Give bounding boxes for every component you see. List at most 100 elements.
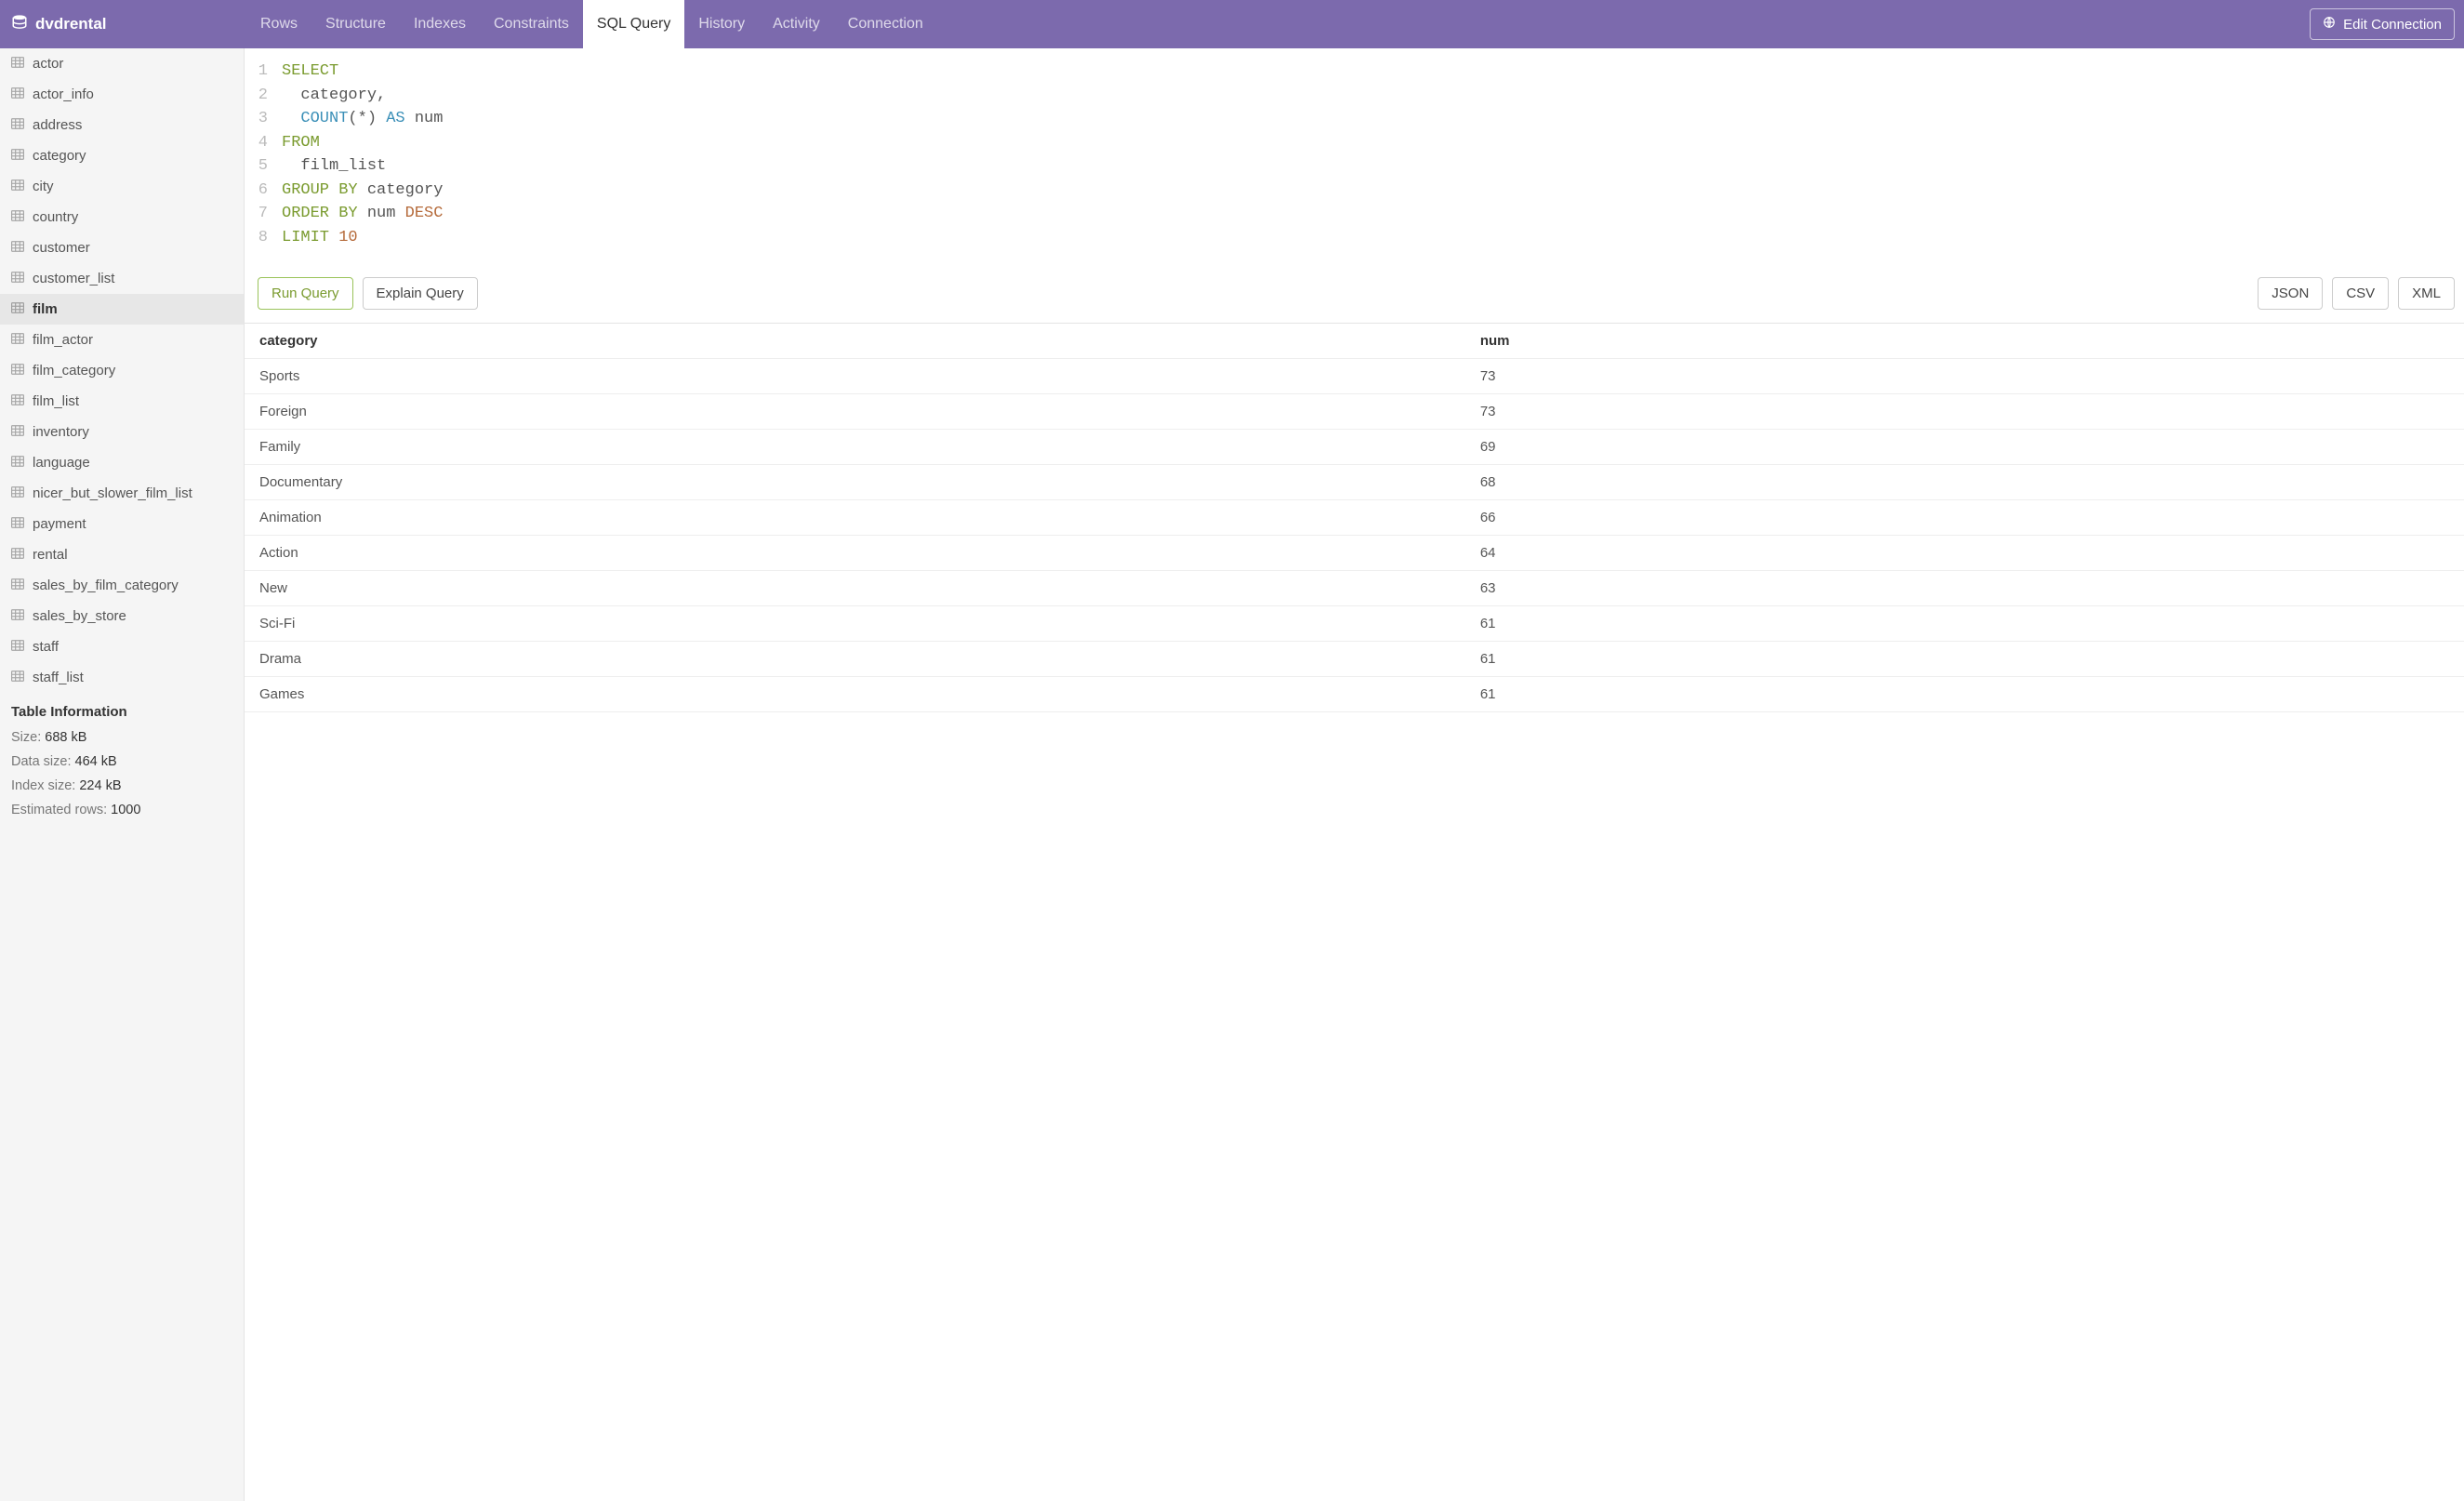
table-row[interactable]: Family69 — [245, 430, 2464, 465]
sidebar-item-label: actor_info — [33, 86, 94, 102]
sidebar-item-nicer_but_slower_film_list[interactable]: nicer_but_slower_film_list — [0, 478, 244, 509]
tab-activity[interactable]: Activity — [759, 0, 834, 48]
tab-history[interactable]: History — [684, 0, 759, 48]
table-row[interactable]: Drama61 — [245, 642, 2464, 677]
table-row[interactable]: Animation66 — [245, 500, 2464, 536]
table-icon — [11, 363, 24, 379]
sidebar-item-actor_info[interactable]: actor_info — [0, 79, 244, 110]
sidebar-item-label: nicer_but_slower_film_list — [33, 485, 192, 501]
column-header-num[interactable]: num — [1465, 324, 2464, 359]
table-row[interactable]: Action64 — [245, 536, 2464, 571]
cell-num: 73 — [1465, 394, 2464, 430]
table-icon — [11, 179, 24, 194]
tab-structure[interactable]: Structure — [311, 0, 400, 48]
main-tabs: RowsStructureIndexesConstraintsSQL Query… — [246, 0, 937, 48]
sidebar-item-label: payment — [33, 516, 86, 532]
table-row[interactable]: Documentary68 — [245, 465, 2464, 500]
globe-icon — [2323, 16, 2336, 33]
tab-sql-query[interactable]: SQL Query — [583, 0, 684, 48]
cell-num: 69 — [1465, 430, 2464, 465]
brand[interactable]: dvdrental — [11, 14, 246, 35]
cell-category: Drama — [245, 642, 1465, 677]
sidebar-item-film_list[interactable]: film_list — [0, 386, 244, 417]
cell-num: 66 — [1465, 500, 2464, 536]
cell-category: Animation — [245, 500, 1465, 536]
code-line[interactable]: film_list — [282, 154, 386, 179]
sidebar-item-film_actor[interactable]: film_actor — [0, 325, 244, 355]
sidebar-item-staff_list[interactable]: staff_list — [0, 662, 244, 693]
code-line[interactable]: category, — [282, 84, 386, 108]
table-icon — [11, 578, 24, 593]
sidebar-item-label: staff — [33, 639, 59, 655]
editor-line[interactable]: 3 COUNT(*) AS num — [245, 107, 2464, 131]
export-json-button[interactable]: JSON — [2258, 277, 2323, 310]
tab-connection[interactable]: Connection — [834, 0, 937, 48]
sidebar-item-label: inventory — [33, 424, 89, 440]
cell-num: 61 — [1465, 606, 2464, 642]
sidebar-item-rental[interactable]: rental — [0, 539, 244, 570]
table-info-row: Data size: 464 kB — [0, 750, 244, 774]
sidebar-item-address[interactable]: address — [0, 110, 244, 140]
line-number: 4 — [245, 131, 282, 155]
editor-line[interactable]: 8LIMIT 10 — [245, 226, 2464, 250]
export-csv-button[interactable]: CSV — [2332, 277, 2389, 310]
sidebar-item-label: staff_list — [33, 670, 84, 685]
table-row[interactable]: Sci-Fi61 — [245, 606, 2464, 642]
code-line[interactable]: ORDER BY num DESC — [282, 202, 443, 226]
sidebar-item-film[interactable]: film — [0, 294, 244, 325]
column-header-category[interactable]: category — [245, 324, 1465, 359]
table-icon — [11, 485, 24, 501]
header-bar: dvdrental RowsStructureIndexesConstraint… — [0, 0, 2464, 48]
table-icon — [11, 393, 24, 409]
table-row[interactable]: Games61 — [245, 677, 2464, 712]
sidebar-item-language[interactable]: language — [0, 447, 244, 478]
sidebar-item-label: language — [33, 455, 90, 471]
table-icon — [11, 639, 24, 655]
sidebar-item-film_category[interactable]: film_category — [0, 355, 244, 386]
sidebar-item-country[interactable]: country — [0, 202, 244, 232]
sidebar-item-label: category — [33, 148, 86, 164]
code-line[interactable]: COUNT(*) AS num — [282, 107, 443, 131]
sidebar-item-staff[interactable]: staff — [0, 631, 244, 662]
sql-editor[interactable]: 1SELECT2 category,3 COUNT(*) AS num4FROM… — [245, 48, 2464, 277]
sidebar-item-customer[interactable]: customer — [0, 232, 244, 263]
sidebar-item-label: city — [33, 179, 54, 194]
sidebar-item-label: country — [33, 209, 78, 225]
table-row[interactable]: Foreign73 — [245, 394, 2464, 430]
table-row[interactable]: Sports73 — [245, 359, 2464, 394]
cell-num: 61 — [1465, 677, 2464, 712]
code-line[interactable]: GROUP BY category — [282, 179, 443, 203]
code-line[interactable]: FROM — [282, 131, 320, 155]
sidebar-item-actor[interactable]: actor — [0, 48, 244, 79]
code-line[interactable]: SELECT — [282, 60, 338, 84]
explain-query-button[interactable]: Explain Query — [363, 277, 478, 310]
line-number: 8 — [245, 226, 282, 250]
editor-line[interactable]: 5 film_list — [245, 154, 2464, 179]
editor-line[interactable]: 2 category, — [245, 84, 2464, 108]
editor-line[interactable]: 6GROUP BY category — [245, 179, 2464, 203]
tab-indexes[interactable]: Indexes — [400, 0, 480, 48]
sidebar-item-inventory[interactable]: inventory — [0, 417, 244, 447]
sidebar-item-payment[interactable]: payment — [0, 509, 244, 539]
line-number: 2 — [245, 84, 282, 108]
edit-connection-button[interactable]: Edit Connection — [2310, 8, 2455, 40]
tab-constraints[interactable]: Constraints — [480, 0, 583, 48]
editor-line[interactable]: 4FROM — [245, 131, 2464, 155]
cell-category: Family — [245, 430, 1465, 465]
sidebar-item-sales_by_film_category[interactable]: sales_by_film_category — [0, 570, 244, 601]
sidebar-item-city[interactable]: city — [0, 171, 244, 202]
sidebar-item-category[interactable]: category — [0, 140, 244, 171]
editor-line[interactable]: 7ORDER BY num DESC — [245, 202, 2464, 226]
export-xml-button[interactable]: XML — [2398, 277, 2455, 310]
table-row[interactable]: New63 — [245, 571, 2464, 606]
table-info-label: Size: — [11, 730, 45, 745]
sidebar-item-sales_by_store[interactable]: sales_by_store — [0, 601, 244, 631]
run-query-button[interactable]: Run Query — [258, 277, 353, 310]
sidebar-item-label: address — [33, 117, 82, 133]
editor-line[interactable]: 1SELECT — [245, 60, 2464, 84]
tab-rows[interactable]: Rows — [246, 0, 311, 48]
code-line[interactable]: LIMIT 10 — [282, 226, 358, 250]
sidebar-item-label: film_list — [33, 393, 79, 409]
sidebar-item-label: actor — [33, 56, 63, 72]
sidebar-item-customer_list[interactable]: customer_list — [0, 263, 244, 294]
